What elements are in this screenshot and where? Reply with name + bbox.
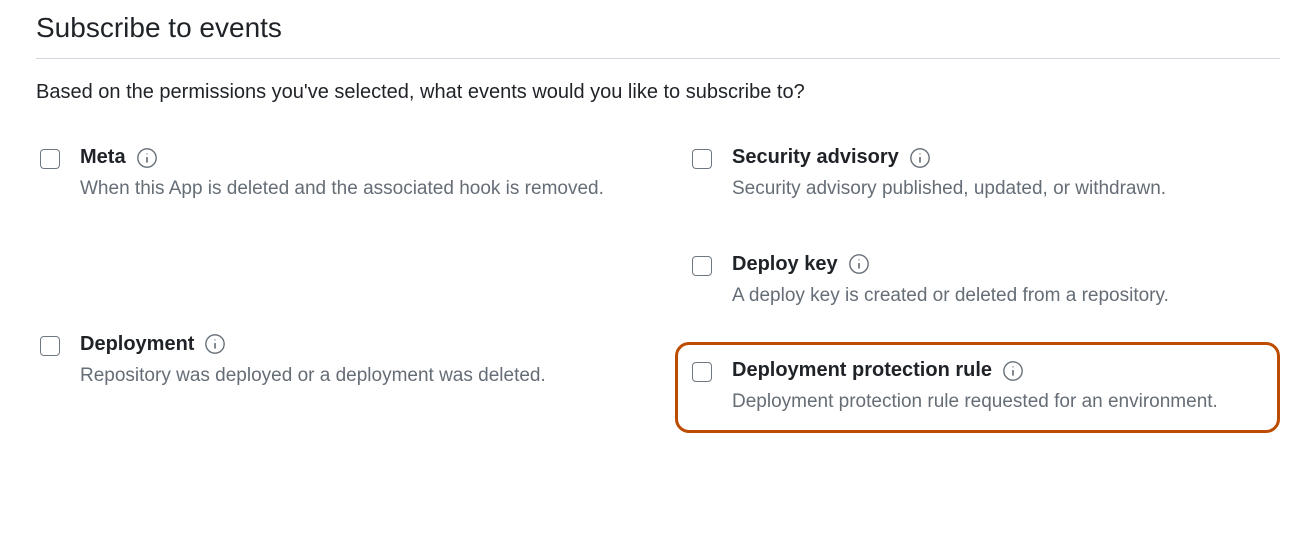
event-content: Deploy key A deploy key is created or de… (732, 253, 1272, 310)
event-title-meta: Meta (80, 146, 126, 169)
checkbox-deployment-protection-rule[interactable] (692, 362, 712, 382)
info-icon[interactable] (909, 147, 931, 169)
checkbox-deployment[interactable] (40, 336, 60, 356)
event-description-deployment-protection-rule: Deployment protection rule requested for… (732, 388, 1269, 416)
checkbox-security-advisory[interactable] (692, 149, 712, 169)
section-subtitle: Based on the permissions you've selected… (36, 81, 1280, 104)
event-header: Deployment (80, 333, 620, 356)
event-content: Deployment protection rule Deployment pr… (732, 359, 1269, 416)
info-icon[interactable] (848, 253, 870, 275)
event-meta: Meta When this App is deleted and the as… (36, 140, 628, 211)
checkbox-deploy-key[interactable] (692, 256, 712, 276)
event-header: Meta (80, 146, 620, 169)
event-content: Meta When this App is deleted and the as… (80, 146, 620, 203)
event-security-advisory: Security advisory Security advisory publ… (688, 140, 1280, 211)
events-grid: Meta When this App is deleted and the as… (36, 140, 1280, 433)
event-description-meta: When this App is deleted and the associa… (80, 175, 620, 203)
event-deploy-key: Deploy key A deploy key is created or de… (688, 247, 1280, 318)
info-icon[interactable] (1002, 360, 1024, 382)
events-column-left: Meta When this App is deleted and the as… (36, 140, 628, 433)
event-content: Security advisory Security advisory publ… (732, 146, 1272, 203)
event-content: Deployment Repository was deployed or a … (80, 333, 620, 390)
section-heading: Subscribe to events (36, 12, 1280, 59)
event-description-deployment: Repository was deployed or a deployment … (80, 362, 620, 390)
info-icon[interactable] (136, 147, 158, 169)
events-column-right: Security advisory Security advisory publ… (688, 140, 1280, 433)
info-icon[interactable] (204, 333, 226, 355)
event-deployment-protection-rule: Deployment protection rule Deployment pr… (675, 342, 1280, 433)
event-header: Security advisory (732, 146, 1272, 169)
event-title-deployment-protection-rule: Deployment protection rule (732, 359, 992, 382)
event-header: Deploy key (732, 253, 1272, 276)
event-deployment: Deployment Repository was deployed or a … (36, 327, 628, 398)
event-title-deployment: Deployment (80, 333, 194, 356)
event-header: Deployment protection rule (732, 359, 1269, 382)
event-description-deploy-key: A deploy key is created or deleted from … (732, 282, 1272, 310)
event-description-security-advisory: Security advisory published, updated, or… (732, 175, 1272, 203)
event-title-security-advisory: Security advisory (732, 146, 899, 169)
event-title-deploy-key: Deploy key (732, 253, 838, 276)
checkbox-meta[interactable] (40, 149, 60, 169)
